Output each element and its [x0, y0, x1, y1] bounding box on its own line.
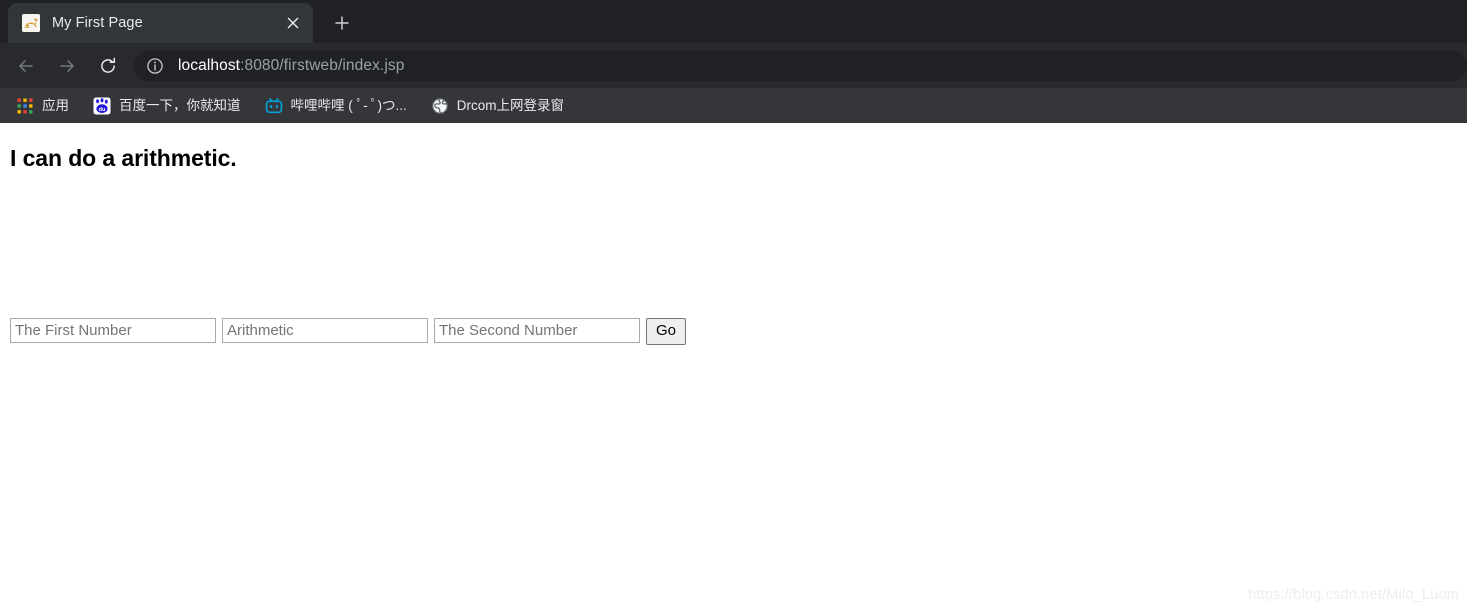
- arithmetic-form: Go: [10, 318, 686, 345]
- url-host: localhost: [178, 57, 240, 74]
- bookmark-apps[interactable]: 应用: [14, 93, 71, 119]
- svg-text:du: du: [99, 107, 106, 113]
- reload-icon: [98, 56, 118, 76]
- page-title: I can do a arithmetic.: [0, 123, 1467, 172]
- page-content: I can do a arithmetic. Go https://blog.c…: [0, 123, 1467, 607]
- info-circle-icon[interactable]: [146, 57, 164, 75]
- baidu-paw-icon: du: [93, 97, 111, 115]
- reload-button[interactable]: [92, 50, 124, 82]
- back-arrow-icon: [16, 56, 36, 76]
- first-number-input[interactable]: [10, 318, 216, 343]
- plus-icon: [334, 15, 350, 31]
- back-button[interactable]: [10, 50, 42, 82]
- tomcat-cat-icon: [22, 14, 40, 32]
- bookmark-label: 应用: [42, 97, 69, 115]
- second-number-input[interactable]: [434, 318, 640, 343]
- bookmarks-bar: 应用 du 百度一下，你就知道: [0, 88, 1467, 123]
- bilibili-tv-icon: [265, 97, 283, 115]
- address-bar-url: localhost:8080/firstweb/index.jsp: [178, 57, 404, 75]
- tab-strip: My First Page: [0, 0, 1467, 43]
- watermark: https://blog.csdn.net/Milo_Luom: [1248, 587, 1459, 603]
- bookmark-label: 百度一下，你就知道: [119, 97, 241, 115]
- close-icon[interactable]: [283, 13, 303, 33]
- new-tab-button[interactable]: [327, 8, 357, 38]
- forward-arrow-icon: [57, 56, 77, 76]
- go-button[interactable]: Go: [646, 318, 686, 345]
- bookmark-label: 哔哩哔哩 ( ﾟ- ﾟ)つ...: [291, 97, 407, 115]
- browser-chrome: My First Page: [0, 0, 1467, 123]
- tab-title: My First Page: [52, 14, 277, 32]
- tab-my-first-page[interactable]: My First Page: [8, 3, 313, 43]
- bookmark-bilibili[interactable]: 哔哩哔哩 ( ﾟ- ﾟ)つ...: [263, 93, 409, 119]
- bookmark-label: Drcom上网登录窗: [457, 97, 564, 115]
- browser-toolbar: localhost:8080/firstweb/index.jsp: [0, 43, 1467, 88]
- globe-icon: [431, 97, 449, 115]
- forward-button[interactable]: [51, 50, 83, 82]
- address-bar[interactable]: localhost:8080/firstweb/index.jsp: [134, 51, 1467, 81]
- arithmetic-input[interactable]: [222, 318, 428, 343]
- bookmark-baidu[interactable]: du 百度一下，你就知道: [91, 93, 243, 119]
- bookmark-drcom[interactable]: Drcom上网登录窗: [429, 93, 566, 119]
- url-path: :8080/firstweb/index.jsp: [240, 57, 404, 74]
- apps-grid-icon: [16, 97, 34, 115]
